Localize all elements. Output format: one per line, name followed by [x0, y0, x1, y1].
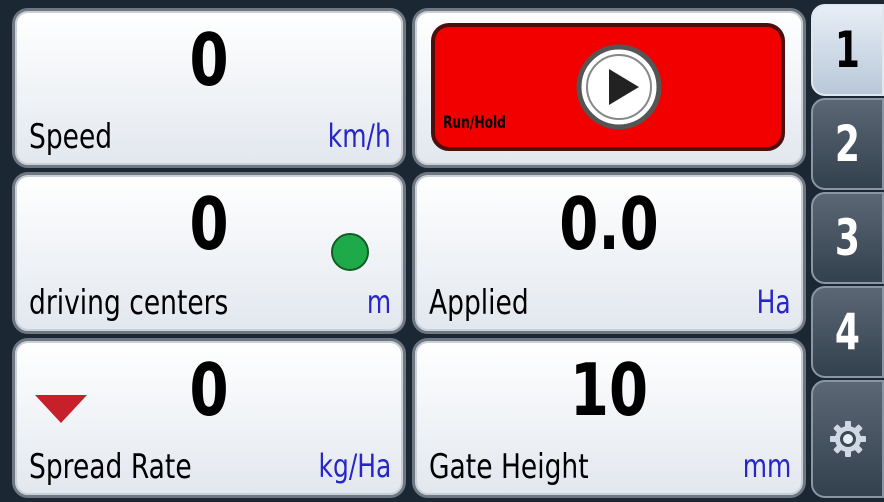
tab-2[interactable]: 2 — [811, 98, 884, 190]
speed-unit: km/h — [328, 117, 391, 155]
tab-2-label: 2 — [834, 115, 861, 173]
spread-rate-label: Spread Rate — [29, 447, 192, 487]
tab-3[interactable]: 3 — [811, 192, 884, 284]
driving-centers-unit: m — [366, 283, 391, 321]
speed-tile: 0 Speed km/h — [12, 8, 406, 168]
run-hold-label: Run/Hold — [443, 113, 506, 133]
driving-centers-tile: 0 driving centers m — [12, 172, 406, 334]
spread-rate-unit: kg/Ha — [318, 447, 391, 485]
applied-unit: Ha — [756, 283, 791, 321]
tab-settings[interactable] — [811, 380, 884, 498]
applied-tile: 0.0 Applied Ha — [412, 172, 806, 334]
speed-value: 0 — [189, 18, 229, 102]
run-hold-button[interactable]: Run/Hold — [431, 23, 785, 151]
gate-height-unit: mm — [742, 447, 791, 485]
gate-height-value: 10 — [569, 348, 649, 432]
spread-rate-value: 0 — [189, 348, 229, 432]
gate-height-tile: 10 Gate Height mm — [412, 338, 806, 498]
driving-centers-label: driving centers — [29, 283, 229, 323]
tab-1[interactable]: 1 — [811, 4, 884, 96]
tab-4-label: 4 — [834, 303, 861, 361]
gear-icon — [829, 421, 866, 457]
status-indicator-dot — [331, 233, 369, 271]
tab-1-label: 1 — [834, 21, 861, 79]
applied-value: 0.0 — [559, 182, 659, 266]
tab-3-label: 3 — [834, 209, 861, 267]
tab-4[interactable]: 4 — [811, 286, 884, 378]
run-hold-tile: Run/Hold — [412, 8, 806, 168]
speed-label: Speed — [29, 117, 113, 157]
gate-height-label: Gate Height — [429, 447, 589, 487]
decrease-arrow-icon[interactable] — [35, 395, 87, 423]
play-icon — [576, 44, 662, 130]
spread-rate-tile: 0 Spread Rate kg/Ha — [12, 338, 406, 498]
driving-centers-value: 0 — [189, 182, 229, 266]
applied-label: Applied — [429, 283, 529, 323]
